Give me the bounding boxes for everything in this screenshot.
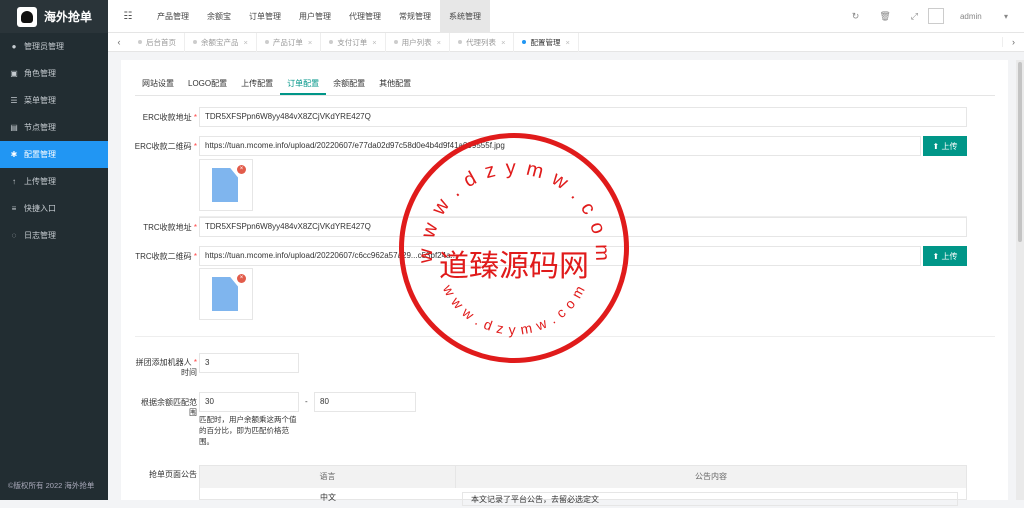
refresh-icon[interactable]: ↻: [852, 11, 860, 22]
tab-pay-order[interactable]: 支付订单 ×: [321, 32, 386, 52]
trc-address-input[interactable]: TDR5XFSPpn6W8yy484vX8ZCjVKdYRE427Q: [199, 217, 967, 237]
topnav-item-user[interactable]: 用户管理: [290, 0, 340, 33]
menu-icon: ☰: [10, 96, 18, 105]
header-tools: ↻ 🗑 ⤢ admin ▾: [842, 0, 1024, 33]
sidebar-nav: ● 管理员管理 ▣ 角色管理 ☰ 菜单管理 ▤ 节点管理 ✱ 配置管理 ↑ 上传管理 ≡ 快捷…: [0, 33, 108, 249]
sidebar-item-shortcut[interactable]: ≡ 快捷入口: [0, 195, 108, 222]
range-separator: -: [305, 397, 308, 406]
subtab-balance[interactable]: 余额配置: [326, 74, 372, 95]
sidebar-item-config[interactable]: ✱ 配置管理: [0, 141, 108, 168]
topnav-item-agent[interactable]: 代理管理: [340, 0, 390, 33]
tab-user-list[interactable]: 用户列表 ×: [386, 32, 451, 52]
topnav-item-system[interactable]: 系统管理: [440, 0, 490, 33]
gear-icon: ✱: [10, 150, 18, 159]
close-icon[interactable]: ×: [244, 38, 248, 47]
sidebar: 海外抢单 ● 管理员管理 ▣ 角色管理 ☰ 菜单管理 ▤ 节点管理 ✱ 配置管理 ↑ 上传管…: [0, 0, 108, 500]
top-header: ☷ 产品管理 余额宝 订单管理 用户管理 代理管理 常规管理 系统管理 ↻ 🗑 …: [108, 0, 1024, 33]
column-header-content: 公告内容: [456, 466, 966, 488]
sidebar-item-log[interactable]: ◌ 日志管理: [0, 222, 108, 249]
column-header-language: 语言: [200, 466, 456, 488]
notice-table: 语言 公告内容 中文 本文记录了平台公告，去留必选定文: [199, 465, 967, 506]
subtab-site[interactable]: 网站设置: [135, 74, 181, 95]
trc-qr-label: TRC收款二维码 *: [135, 252, 197, 261]
subtab-order[interactable]: 订单配置: [280, 74, 327, 95]
top-nav: 产品管理 余额宝 订单管理 用户管理 代理管理 常规管理 系统管理: [148, 0, 490, 33]
brand-logo-icon: [17, 6, 37, 27]
topnav-item-order[interactable]: 订单管理: [240, 0, 290, 33]
trc-qr-input[interactable]: https://tuan.mcome.info/upload/20220607/…: [199, 246, 921, 266]
topnav-item-yuebao[interactable]: 余额宝: [198, 0, 240, 33]
erc-qr-input[interactable]: https://tuan.mcome.info/upload/20220607/…: [199, 136, 921, 156]
file-icon: [212, 277, 238, 311]
trc-address-label: TRC收款地址 *: [143, 223, 197, 232]
tab-yuebao-product[interactable]: 余额宝产品 ×: [185, 32, 257, 52]
page-tabs: ‹ 后台首页 余额宝产品 × 产品订单 × 支付订单 × 用户列表 × 代理列表 × 配置…: [108, 32, 1024, 52]
notice-label: 抢单页面公告: [149, 470, 197, 479]
node-icon: ▤: [10, 123, 18, 132]
close-icon[interactable]: ×: [437, 38, 441, 47]
subtab-logo[interactable]: LOGO配置: [181, 74, 234, 95]
brand-title: 海外抢单: [44, 10, 93, 24]
robot-time-label: 拼团添加机器人 * 时间: [135, 358, 197, 377]
range-min-input[interactable]: 30: [199, 392, 299, 412]
role-icon: ▣: [10, 69, 18, 78]
list-icon: ≡: [11, 204, 17, 213]
brand[interactable]: 海外抢单: [0, 0, 108, 33]
tab-agent-list[interactable]: 代理列表 ×: [450, 32, 515, 52]
scrollbar[interactable]: [1016, 60, 1024, 500]
range-max-input[interactable]: 80: [314, 392, 416, 412]
tab-config[interactable]: 配置管理 ×: [514, 32, 579, 52]
topnav-item-general[interactable]: 常规管理: [390, 0, 440, 33]
copyright-footer: ©版权所有 2022 海外抢单: [8, 481, 95, 490]
close-icon[interactable]: ×: [308, 38, 312, 47]
config-panel: 网站设置 LOGO配置 上传配置 订单配置 余额配置 其他配置 ERC收款地址 …: [121, 60, 1008, 506]
notice-content-input[interactable]: 本文记录了平台公告，去留必选定文: [462, 492, 958, 506]
tab-product-order[interactable]: 产品订单 ×: [257, 32, 322, 52]
sidebar-item-menu[interactable]: ☰ 菜单管理: [0, 87, 108, 114]
range-help-text: 匹配时，用户余额乘这两个值的百分比，即为匹配价格范围。: [199, 415, 297, 446]
trash-icon[interactable]: 🗑: [879, 11, 890, 22]
erc-address-label: ERC收款地址 *: [142, 113, 197, 122]
sidebar-item-upload[interactable]: ↑ 上传管理: [0, 168, 108, 195]
upload-icon: ⬆: [932, 251, 942, 261]
upload-icon: ⬆: [932, 141, 942, 151]
topnav-item-product[interactable]: 产品管理: [148, 0, 198, 33]
table-cell-language: 中文: [320, 493, 336, 502]
balance-range-label: 根据余额匹配范围: [141, 398, 197, 417]
fullscreen-icon[interactable]: ⤢: [911, 11, 918, 22]
erc-address-input[interactable]: TDR5XFSPpn6W8yy484vX8ZCjVKdYRE427Q: [199, 107, 967, 127]
erc-upload-button[interactable]: ⬆ 上传: [923, 136, 967, 156]
tab-home[interactable]: 后台首页: [130, 32, 185, 52]
delete-icon[interactable]: ×: [237, 165, 246, 174]
close-icon[interactable]: ×: [372, 38, 376, 47]
robot-time-input[interactable]: 3: [199, 353, 299, 373]
chevron-down-icon: ▾: [1003, 11, 1008, 21]
sidebar-item-role[interactable]: ▣ 角色管理: [0, 60, 108, 87]
log-icon: ◌: [11, 231, 17, 240]
menu-toggle-icon[interactable]: ☷: [108, 11, 148, 22]
avatar[interactable]: [927, 8, 944, 24]
upload-icon: ↑: [12, 177, 16, 186]
sidebar-item-admin[interactable]: ● 管理员管理: [0, 33, 108, 60]
subtab-other[interactable]: 其他配置: [372, 74, 418, 95]
file-icon: [212, 168, 238, 202]
user-menu[interactable]: admin ▾: [950, 12, 1018, 21]
user-icon: ●: [11, 42, 17, 51]
close-icon[interactable]: ×: [565, 38, 569, 47]
sidebar-item-node[interactable]: ▤ 节点管理: [0, 114, 108, 141]
erc-qr-thumbnail[interactable]: ×: [199, 159, 253, 211]
close-icon[interactable]: ×: [501, 38, 505, 47]
subtab-upload[interactable]: 上传配置: [234, 74, 280, 95]
trc-qr-thumbnail[interactable]: ×: [199, 268, 253, 320]
erc-qr-label: ERC收款二维码 *: [134, 142, 197, 151]
trc-upload-button[interactable]: ⬆ 上传: [923, 246, 967, 266]
divider: [135, 336, 995, 337]
config-subtabs: 网站设置 LOGO配置 上传配置 订单配置 余额配置 其他配置: [135, 74, 995, 96]
tab-scroll-right-icon[interactable]: ›: [1002, 37, 1024, 47]
tab-scroll-left-icon[interactable]: ‹: [108, 37, 130, 47]
delete-icon[interactable]: ×: [237, 274, 246, 283]
